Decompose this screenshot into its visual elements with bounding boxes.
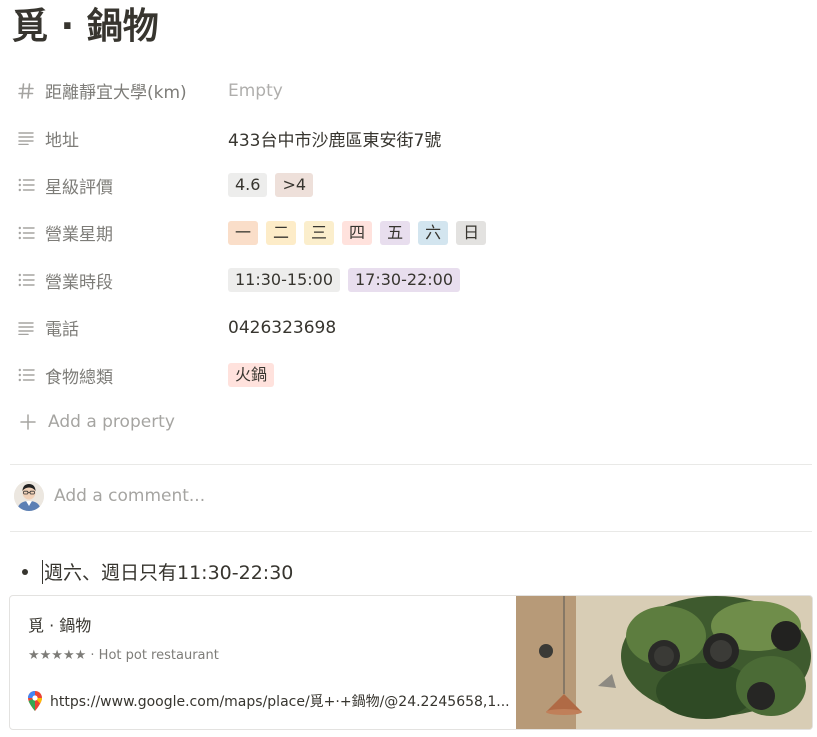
property-value-text: Empty bbox=[228, 80, 283, 101]
property-label: 食物總類 bbox=[45, 367, 113, 388]
tag-pill: 4.6 bbox=[228, 173, 268, 198]
property-row-address[interactable]: 地址 433台中市沙鹿區東安街7號 bbox=[10, 114, 810, 161]
property-label: 營業時段 bbox=[45, 272, 113, 293]
property-name[interactable]: 營業星期 bbox=[10, 220, 228, 245]
bullet-text[interactable]: 週六、週日只有11:30-22:30 bbox=[44, 558, 293, 585]
add-property-button[interactable]: Add a property bbox=[10, 399, 810, 446]
hash-icon bbox=[16, 81, 36, 101]
property-value[interactable]: 一二三四五六日 bbox=[228, 220, 494, 245]
property-value[interactable]: 0426323698 bbox=[228, 318, 336, 338]
comment-divider bbox=[10, 531, 812, 532]
bookmark-title: 覓 · 鍋物 bbox=[28, 616, 92, 635]
tag-pill: 一 bbox=[228, 220, 259, 245]
property-name[interactable]: 地址 bbox=[10, 126, 228, 151]
property-value[interactable]: 火鍋 bbox=[228, 363, 282, 388]
property-row-rating[interactable]: 星級評價 4.6 >4 bbox=[10, 162, 810, 209]
property-row-days[interactable]: 營業星期 一二三四五六日 bbox=[10, 209, 810, 256]
tag-pill: 17:30-22:00 bbox=[348, 268, 460, 293]
google-maps-pin-icon bbox=[28, 691, 42, 711]
comment-row[interactable]: Add a comment... bbox=[14, 481, 205, 511]
web-bookmark[interactable]: 覓 · 鍋物 ★★★★★ · Hot pot restaurant https:… bbox=[9, 595, 813, 730]
property-value[interactable]: 4.6 >4 bbox=[228, 173, 321, 198]
bookmark-link[interactable]: https://www.google.com/maps/place/覓+·+鍋物… bbox=[28, 691, 510, 711]
property-name[interactable]: 食物總類 bbox=[10, 363, 228, 388]
add-property-label: Add a property bbox=[48, 412, 175, 433]
property-value[interactable]: 11:30-15:00 17:30-22:00 bbox=[228, 268, 468, 293]
text-lines-icon bbox=[16, 128, 36, 148]
property-name[interactable]: 星級評價 bbox=[10, 173, 228, 198]
bookmark-text: 覓 · 鍋物 ★★★★★ · Hot pot restaurant https:… bbox=[10, 596, 516, 729]
property-label: 電話 bbox=[45, 320, 79, 341]
property-name[interactable]: 距離靜宜大學(km) bbox=[10, 78, 228, 103]
tag-pill: 五 bbox=[380, 220, 411, 245]
property-row-distance[interactable]: 距離靜宜大學(km) Empty bbox=[10, 67, 810, 114]
property-name[interactable]: 電話 bbox=[10, 315, 228, 340]
bullet-dot bbox=[22, 568, 28, 575]
property-label: 距離靜宜大學(km) bbox=[45, 83, 187, 104]
property-value[interactable]: 433台中市沙鹿區東安街7號 bbox=[228, 126, 441, 151]
property-row-food[interactable]: 食物總類 火鍋 bbox=[10, 351, 810, 398]
list-icon bbox=[16, 223, 36, 243]
properties-list: 距離靜宜大學(km) Empty 地址 433台中市沙鹿區東安街7號星級評價 4.6 >4… bbox=[10, 67, 810, 446]
property-name[interactable]: 營業時段 bbox=[10, 268, 228, 293]
property-value[interactable]: Empty bbox=[228, 81, 283, 101]
property-value-text: 0426323698 bbox=[228, 317, 337, 338]
bookmark-description: ★★★★★ · Hot pot restaurant bbox=[28, 648, 219, 663]
tag-pill: 四 bbox=[342, 220, 373, 245]
comment-input[interactable]: Add a comment... bbox=[54, 486, 205, 506]
property-label: 星級評價 bbox=[45, 177, 113, 198]
property-row-phone[interactable]: 電話 0426323698 bbox=[10, 304, 810, 351]
tag-pill: 六 bbox=[418, 220, 449, 245]
tag-pill: >4 bbox=[275, 173, 314, 198]
property-row-hours[interactable]: 營業時段 11:30-15:00 17:30-22:00 bbox=[10, 257, 810, 304]
list-icon bbox=[16, 270, 36, 290]
tag-pill: 三 bbox=[304, 220, 335, 245]
tag-pill: 日 bbox=[456, 220, 487, 245]
plus-icon bbox=[18, 412, 38, 432]
list-icon bbox=[16, 175, 36, 195]
tag-pill: 11:30-15:00 bbox=[228, 268, 340, 293]
text-lines-icon bbox=[16, 318, 36, 338]
bookmark-url: https://www.google.com/maps/place/覓+·+鍋物… bbox=[50, 694, 510, 710]
properties-divider bbox=[10, 464, 812, 465]
bullet-item[interactable]: 週六、週日只有11:30-22:30 bbox=[22, 558, 293, 585]
tag-pill: 火鍋 bbox=[228, 363, 275, 388]
page-title[interactable]: 覓 · 鍋物 bbox=[12, 4, 159, 50]
avatar bbox=[14, 481, 44, 511]
bookmark-image bbox=[516, 596, 812, 729]
list-icon bbox=[16, 365, 36, 385]
property-value-text: 433台中市沙鹿區東安街7號 bbox=[228, 130, 442, 151]
property-label: 營業星期 bbox=[45, 225, 113, 246]
tag-pill: 二 bbox=[266, 220, 297, 245]
property-label: 地址 bbox=[45, 130, 79, 151]
text-caret bbox=[42, 559, 43, 584]
